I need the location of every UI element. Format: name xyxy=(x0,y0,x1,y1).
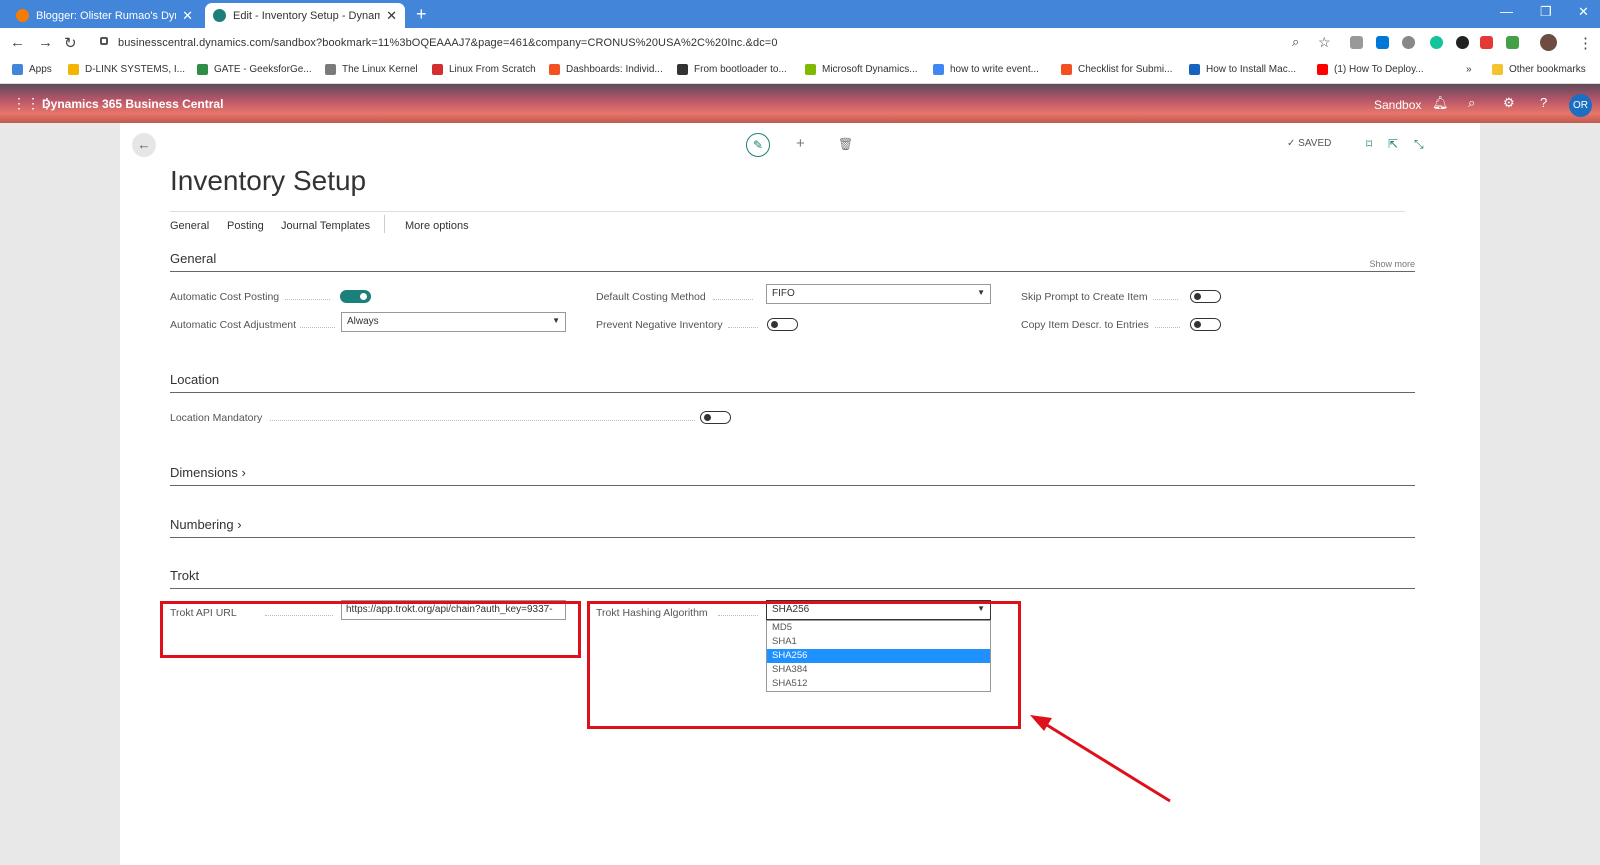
arrow-head xyxy=(1030,715,1052,731)
annotation-arrow xyxy=(1030,715,1171,803)
arrow-shaft xyxy=(1041,720,1171,803)
